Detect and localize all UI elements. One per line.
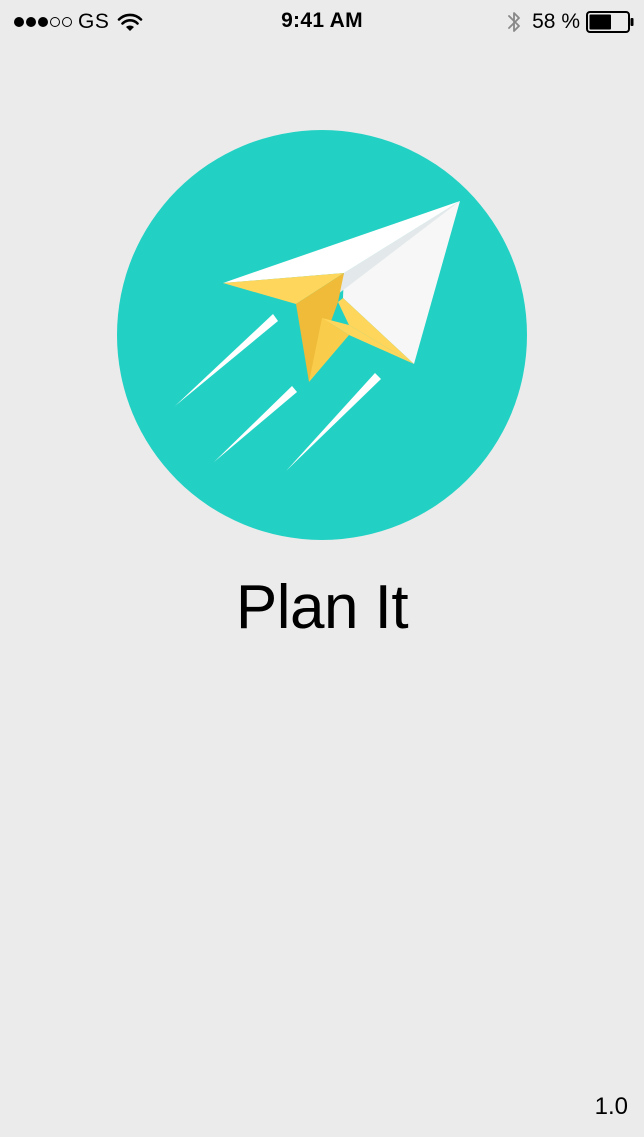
status-right: 58 %	[506, 9, 634, 35]
bluetooth-icon	[508, 12, 521, 32]
app-title: Plan It	[235, 573, 409, 642]
app-version: 1.0	[594, 1093, 628, 1120]
battery-icon	[586, 11, 634, 33]
app-logo	[117, 130, 527, 540]
battery-percentage: 58 %	[532, 10, 580, 33]
status-bar: GS 9:41 AM 58 %	[0, 0, 644, 44]
